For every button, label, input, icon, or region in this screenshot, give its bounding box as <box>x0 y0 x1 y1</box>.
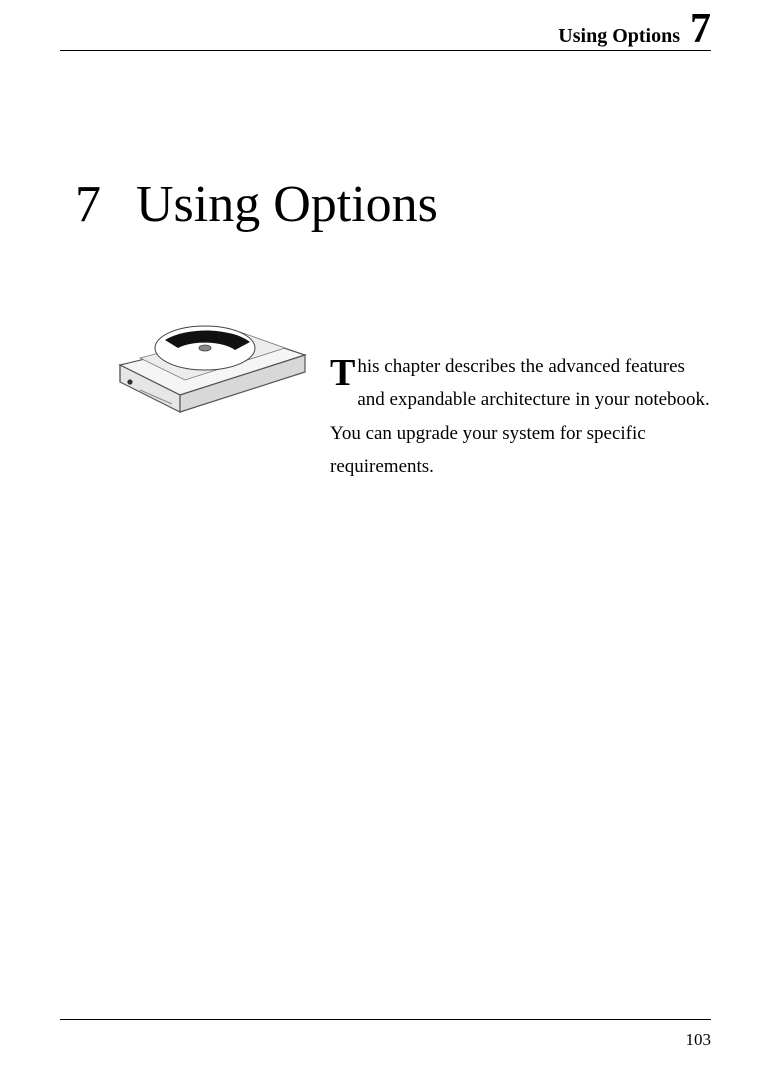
page-number: 103 <box>686 1030 712 1050</box>
header-chapter-number: 7 <box>690 8 711 50</box>
footer-rule <box>60 1019 711 1020</box>
header-rule <box>60 50 711 51</box>
page: Using Options 7 7 Using Options <box>0 0 761 1080</box>
optical-drive-icon <box>110 300 310 415</box>
header-title: Using Options <box>558 25 680 48</box>
intro-paragraph: T his chapter describes the advanced fea… <box>330 300 711 483</box>
chapter-number: 7 <box>75 175 101 234</box>
chapter-title: Using Options <box>136 175 438 234</box>
device-illustration <box>110 300 310 415</box>
running-header: Using Options 7 <box>60 8 711 50</box>
intro-row: T his chapter describes the advanced fea… <box>110 300 711 483</box>
dropcap: T <box>330 354 355 392</box>
intro-text: his chapter describes the advanced featu… <box>330 356 710 477</box>
chapter-heading: 7 Using Options <box>75 175 711 234</box>
